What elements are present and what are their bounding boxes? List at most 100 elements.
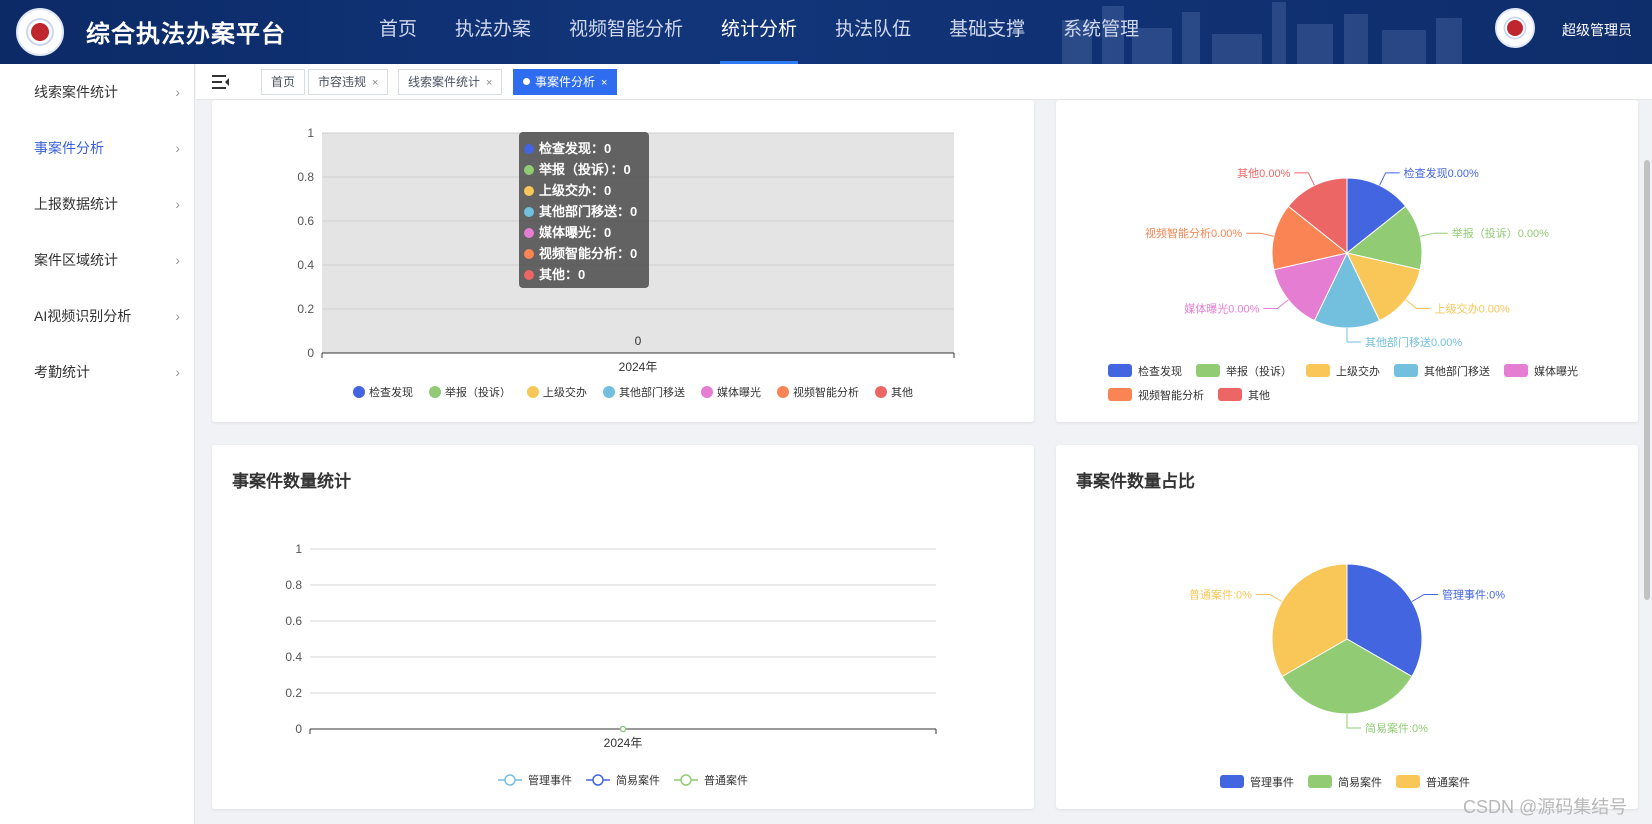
- pie-label: 视频智能分析0.00%: [1145, 226, 1242, 240]
- tooltip-row: 视频智能分析：0: [524, 243, 644, 264]
- watermark: CSDN @源码集结号: [1463, 797, 1628, 817]
- line-point: [619, 725, 627, 733]
- scrollbar-thumb[interactable]: [1644, 160, 1650, 600]
- tooltip-row: 检查发现：0: [524, 138, 644, 159]
- user-avatar[interactable]: [1495, 8, 1535, 48]
- legend-label: 普通案件: [1426, 775, 1470, 789]
- tab-case-analysis[interactable]: 事案件分析 ×: [513, 69, 618, 95]
- pie-label: 上级交办0.00%: [1435, 301, 1510, 315]
- legend-marker: [504, 774, 516, 786]
- sidebar-item-label: 事案件分析: [34, 140, 104, 156]
- close-icon[interactable]: ×: [372, 77, 378, 89]
- tab-label: 首页: [271, 75, 296, 89]
- legend-label: 简易案件: [616, 773, 660, 787]
- tab-label: 市容违规: [318, 75, 367, 89]
- tab-clue-stats[interactable]: 线索案件统计 ×: [398, 69, 503, 95]
- sidebar-item-ai-video[interactable]: AI视频识别分析 ›: [0, 288, 194, 344]
- legend-label: 上级交办: [1336, 364, 1380, 378]
- pie-label-line: [1263, 299, 1289, 309]
- tooltip-text: 举报（投诉）：0: [539, 162, 631, 177]
- pie-label: 举报（投诉）0.00%: [1452, 226, 1549, 240]
- y-tick-label: 0.8: [285, 578, 302, 592]
- tab-label: 线索案件统计: [408, 75, 481, 89]
- sidebar-item-clue-stats[interactable]: 线索案件统计 ›: [0, 64, 194, 120]
- tab-home[interactable]: 首页: [261, 69, 306, 95]
- tooltip-dot: [524, 144, 534, 154]
- pie-label: 检查发现0.00%: [1404, 166, 1479, 180]
- tooltip-dot: [524, 186, 534, 196]
- top-header: 综合执法办案平台 首页 执法办案 视频智能分析 统计分析 执法队伍 基础支撑 系…: [0, 0, 1652, 64]
- data-label: 0: [635, 334, 642, 348]
- tooltip-text: 其他部门移送：0: [539, 204, 638, 219]
- chevron-right-icon: ›: [175, 364, 180, 380]
- y-tick-label: 1: [307, 126, 314, 140]
- tab-city-violation[interactable]: 市容违规 ×: [308, 69, 389, 95]
- pie-label-line: [1420, 232, 1448, 237]
- legend-marker: [701, 386, 713, 398]
- legend-marker: [1218, 388, 1242, 401]
- legend-marker: [592, 774, 604, 786]
- nav-statistics[interactable]: 统计分析: [702, 0, 816, 64]
- tooltip-text: 媒体曝光：0: [539, 225, 612, 240]
- source-pie-chart: 检查发现0.00% 举报（投诉）0.00% 上级交办0.00% 其他部门移送0.00%…: [1108, 166, 1578, 402]
- case-ratio-pie-chart: 管理事件:0% 简易案件:0% 普通案件:0% 管理事件 简易案件 普通案件: [1189, 563, 1505, 789]
- sidebar-item-label: 考勤统计: [34, 364, 90, 380]
- pie-label-line: [1255, 594, 1283, 602]
- legend-label: 检查发现: [369, 385, 413, 399]
- case-count-line-chart: 0 0.2 0.4 0.6 0.8 1 2024年管理事件 简易案件 普通案件: [285, 542, 937, 787]
- nav-basic-support[interactable]: 基础支撑: [930, 0, 1044, 64]
- source-pie-chart-card: 检查发现0.00% 举报（投诉）0.00% 上级交办0.00% 其他部门移送0.00%…: [1056, 100, 1638, 422]
- nav-team[interactable]: 执法队伍: [816, 0, 930, 64]
- legend-marker: [1108, 388, 1132, 401]
- sidebar-item-report-stats[interactable]: 上报数据统计 ›: [0, 176, 194, 232]
- chevron-right-icon: ›: [175, 252, 180, 268]
- tooltip-dot: [524, 165, 534, 175]
- y-tick-label: 0.2: [285, 686, 302, 700]
- tooltip-row: 其他部门移送：0: [524, 201, 644, 222]
- chevron-right-icon: ›: [175, 140, 180, 156]
- tooltip-dot: [524, 249, 534, 259]
- tabs-bar: 首页 市容违规 × 线索案件统计 × 事案件分析 ×: [196, 64, 1652, 100]
- pie-label: 其他部门移送0.00%: [1365, 335, 1462, 349]
- close-icon[interactable]: ×: [486, 77, 492, 89]
- y-tick-label: 0: [295, 722, 302, 736]
- y-tick-label: 1: [295, 542, 302, 556]
- y-tick-label: 0.4: [285, 650, 302, 664]
- nav-system[interactable]: 系统管理: [1044, 0, 1158, 64]
- legend-marker: [777, 386, 789, 398]
- tooltip-dot: [524, 228, 534, 238]
- legend-marker: [1396, 775, 1420, 788]
- sidebar-item-case-analysis[interactable]: 事案件分析 ›: [0, 120, 194, 176]
- case-count-line-card: 事案件数量统计 0 0.2 0.4 0.6 0.8 1 2024年 管理事件 简易案件 普通案件: [212, 445, 1034, 809]
- legend-label: 其他部门移送: [619, 385, 685, 399]
- x-tick-label: 2024年: [619, 360, 658, 374]
- tooltip-dot: [524, 207, 534, 217]
- legend-label: 其他: [891, 386, 913, 399]
- nav-home[interactable]: 首页: [360, 0, 436, 64]
- pie-label-line: [1246, 232, 1274, 237]
- pie-label: 管理事件:0%: [1442, 588, 1505, 602]
- tooltip-text: 检查发现：0: [539, 141, 612, 156]
- legend-label: 媒体曝光: [717, 385, 761, 399]
- tooltip-dot: [524, 270, 534, 280]
- chevron-right-icon: ›: [175, 196, 180, 212]
- sidebar-item-region-stats[interactable]: 案件区域统计 ›: [0, 232, 194, 288]
- sidebar-item-label: 上报数据统计: [34, 196, 118, 212]
- active-dot-icon: [523, 78, 530, 85]
- nav-law-enforcement[interactable]: 执法办案: [436, 0, 550, 64]
- legend-marker: [527, 386, 539, 398]
- pie-label-line: [1294, 172, 1315, 186]
- legend-label: 视频智能分析: [1138, 388, 1204, 402]
- menu-fold-icon[interactable]: [212, 74, 230, 90]
- close-icon[interactable]: ×: [601, 77, 607, 89]
- tooltip-text: 上级交办：0: [539, 183, 612, 198]
- nav-video-analysis[interactable]: 视频智能分析: [550, 0, 702, 64]
- sidebar-item-label: 线索案件统计: [34, 84, 118, 100]
- legend-label: 其他部门移送: [1424, 364, 1490, 378]
- sidebar-item-label: 案件区域统计: [34, 252, 118, 268]
- user-name[interactable]: 超级管理员: [1562, 20, 1632, 40]
- legend-marker: [429, 386, 441, 398]
- y-tick-label: 0.6: [297, 214, 314, 228]
- sidebar-item-attendance[interactable]: 考勤统计 ›: [0, 344, 194, 400]
- tooltip-text: 其他：0: [539, 267, 586, 282]
